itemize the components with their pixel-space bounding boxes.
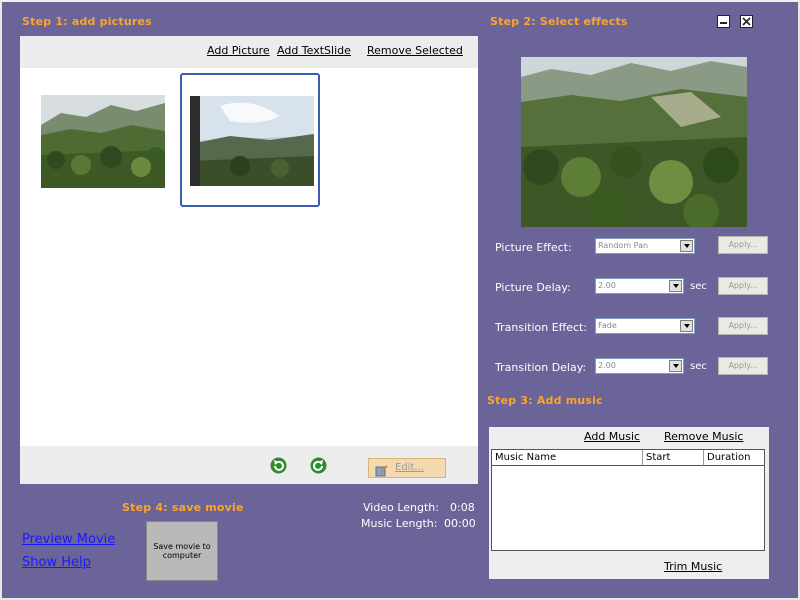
step1-title: Step 1: add pictures	[22, 15, 152, 28]
picture-effect-select[interactable]: Random Pan	[595, 238, 695, 254]
music-length-value: 00:00	[444, 517, 476, 530]
picture-delay-unit: sec	[690, 281, 707, 292]
picture-effect-value: Random Pan	[598, 241, 649, 250]
trim-music-link[interactable]: Trim Music	[664, 560, 722, 573]
chevron-down-icon	[669, 360, 682, 372]
picture-bottom-toolbar: Edit...	[20, 446, 478, 484]
preview-photo	[521, 57, 747, 230]
video-length-label: Video Length:	[363, 501, 439, 514]
rotate-right-icon[interactable]	[310, 457, 327, 474]
remove-music-link[interactable]: Remove Music	[664, 430, 743, 443]
chevron-down-icon	[680, 320, 693, 332]
transition-delay-select[interactable]: 2.00	[595, 358, 684, 374]
picture-toolbar: Add Picture Add TextSlide Remove Selecte…	[20, 36, 478, 68]
chevron-down-icon	[680, 240, 693, 252]
transition-effect-select[interactable]: Fade	[595, 318, 695, 334]
add-music-link[interactable]: Add Music	[584, 430, 640, 443]
edit-icon	[375, 462, 388, 477]
transition-delay-label: Transition Delay:	[495, 361, 587, 374]
music-length-label: Music Length:	[361, 517, 438, 530]
remove-selected-link[interactable]: Remove Selected	[367, 44, 463, 57]
picture-delay-value: 2.00	[598, 281, 616, 290]
picture-list[interactable]	[20, 68, 478, 446]
slideshow-window: Step 1: add pictures Add Picture Add Tex…	[0, 0, 800, 600]
apply-transition-effect-button[interactable]: Apply...	[718, 317, 768, 335]
music-table[interactable]: Music Name Start Duration	[491, 449, 765, 551]
step3-title: Step 3: Add music	[487, 394, 603, 407]
close-icon[interactable]	[740, 15, 753, 28]
landscape-photo	[41, 95, 165, 188]
minimize-icon[interactable]	[717, 15, 730, 28]
rotate-left-icon[interactable]	[270, 457, 287, 474]
landscape-photo	[190, 96, 314, 186]
picture-thumbnail[interactable]	[41, 95, 165, 188]
transition-delay-value: 2.00	[598, 361, 616, 370]
step2-title: Step 2: Select effects	[490, 15, 628, 28]
transition-delay-unit: sec	[690, 361, 707, 372]
column-header-start[interactable]: Start	[643, 450, 704, 466]
preview-movie-link[interactable]: Preview Movie	[22, 532, 115, 547]
music-panel: Add Music Remove Music Music Name Start …	[489, 427, 769, 579]
edit-button[interactable]: Edit...	[368, 458, 446, 478]
picture-delay-label: Picture Delay:	[495, 281, 571, 294]
apply-transition-delay-button[interactable]: Apply...	[718, 357, 768, 375]
edit-label: Edit...	[395, 462, 424, 473]
column-header-music-name[interactable]: Music Name	[492, 450, 643, 466]
save-movie-button[interactable]: Save movie to computer	[146, 521, 218, 581]
add-textslide-link[interactable]: Add TextSlide	[277, 44, 351, 57]
add-picture-link[interactable]: Add Picture	[207, 44, 270, 57]
picture-effect-label: Picture Effect:	[495, 241, 572, 254]
apply-picture-delay-button[interactable]: Apply...	[718, 277, 768, 295]
step4-title: Step 4: save movie	[122, 501, 244, 514]
chevron-down-icon	[669, 280, 682, 292]
picture-thumbnail-selected[interactable]	[180, 73, 320, 207]
transition-effect-label: Transition Effect:	[495, 321, 588, 334]
transition-effect-value: Fade	[598, 321, 617, 330]
column-header-duration[interactable]: Duration	[704, 450, 764, 466]
video-length-value: 0:08	[450, 501, 475, 514]
picture-delay-select[interactable]: 2.00	[595, 278, 684, 294]
effect-preview	[521, 57, 747, 230]
show-help-link[interactable]: Show Help	[22, 555, 91, 570]
apply-picture-effect-button[interactable]: Apply...	[718, 236, 768, 254]
